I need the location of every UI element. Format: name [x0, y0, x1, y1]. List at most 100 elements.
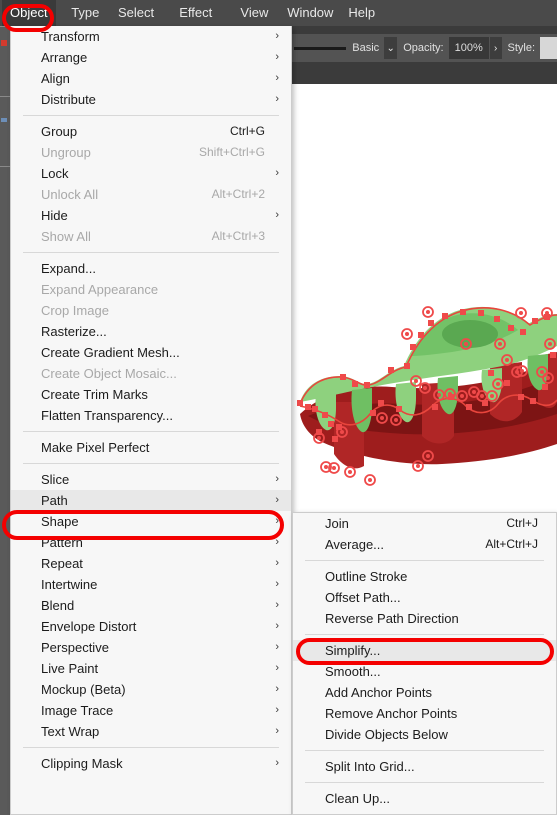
submenu-item-add-anchor-points[interactable]: Add Anchor Points — [293, 682, 556, 703]
menu-item-group[interactable]: Group Ctrl+G — [11, 121, 291, 142]
menu-item-label: Shape — [41, 514, 79, 529]
menu-item-label: Create Gradient Mesh... — [41, 345, 180, 360]
chevron-right-icon: › — [275, 641, 279, 653]
chevron-right-icon: › — [275, 683, 279, 695]
chevron-right-icon: › — [275, 536, 279, 548]
menu-item-distribute[interactable]: Distribute › — [11, 89, 291, 110]
submenu-item-join[interactable]: Join Ctrl+J — [293, 513, 556, 534]
menu-separator — [305, 750, 544, 751]
style-label: Style: — [507, 42, 536, 54]
submenu-item-divide-objects-below[interactable]: Divide Objects Below — [293, 724, 556, 745]
menu-item-label: Hide — [41, 208, 68, 223]
fill-color-indicator[interactable] — [1, 40, 7, 46]
path-submenu[interactable]: Join Ctrl+J Average... Alt+Ctrl+J Outline St… — [292, 512, 557, 815]
menubar-item-type[interactable]: Type — [63, 0, 107, 26]
menu-item-text-wrap[interactable]: Text Wrap › — [11, 721, 291, 742]
menu-item-label: Average... — [325, 537, 385, 552]
menu-separator — [23, 747, 279, 748]
menu-item-shape[interactable]: Shape › — [11, 511, 291, 532]
menu-item-label: Blend — [41, 598, 75, 613]
menu-item-label: Live Paint — [41, 661, 99, 676]
menu-item-create-gradient-mesh[interactable]: Create Gradient Mesh... — [11, 342, 291, 363]
menubar-item-help[interactable]: Help — [340, 0, 383, 26]
submenu-item-offset-path[interactable]: Offset Path... — [293, 587, 556, 608]
menu-item-slice[interactable]: Slice › — [11, 469, 291, 490]
chevron-right-icon: › — [275, 557, 279, 569]
menu-item-rasterize[interactable]: Rasterize... — [11, 321, 291, 342]
illustrator-window: Object Type Select Effect View Window Help Bas… — [0, 0, 557, 815]
menu-item-perspective[interactable]: Perspective › — [11, 637, 291, 658]
menu-item-repeat[interactable]: Repeat › — [11, 553, 291, 574]
menu-item-expand-appearance: Expand Appearance — [11, 279, 291, 300]
menu-separator — [23, 115, 279, 116]
chevron-right-icon: › — [275, 662, 279, 674]
menu-item-live-paint[interactable]: Live Paint › — [11, 658, 291, 679]
tool-icon[interactable] — [1, 118, 7, 122]
menu-item-shortcut: Alt+Ctrl+3 — [211, 229, 265, 243]
menu-item-label: Create Object Mosaic... — [41, 366, 177, 381]
menu-item-hide[interactable]: Hide › — [11, 205, 291, 226]
menu-item-path[interactable]: Path › — [11, 490, 291, 511]
menu-item-label: Group — [41, 124, 78, 139]
menu-item-lock[interactable]: Lock › — [11, 163, 291, 184]
menu-item-label: Ungroup — [41, 145, 91, 160]
menu-item-flatten-transparency[interactable]: Flatten Transparency... — [11, 405, 291, 426]
menubar-item-object[interactable]: Object — [2, 0, 56, 26]
tool-divider — [0, 96, 10, 97]
submenu-item-split-into-grid[interactable]: Split Into Grid... — [293, 756, 556, 777]
opacity-input[interactable]: 100% — [448, 37, 489, 59]
menu-item-label: Expand Appearance — [41, 282, 159, 297]
menu-item-image-trace[interactable]: Image Trace › — [11, 700, 291, 721]
submenu-item-smooth[interactable]: Smooth... — [293, 661, 556, 682]
menu-item-label: Image Trace — [41, 703, 114, 718]
menu-item-arrange[interactable]: Arrange › — [11, 47, 291, 68]
object-dropdown-menu[interactable]: Transform › Arrange › Align › Distribute › Group… — [10, 26, 292, 815]
menu-item-label: Repeat — [41, 556, 83, 571]
menu-item-expand[interactable]: Expand... — [11, 258, 291, 279]
menu-item-clipping-mask[interactable]: Clipping Mask › — [11, 753, 291, 774]
control-bar-top — [292, 26, 557, 34]
submenu-item-average[interactable]: Average... Alt+Ctrl+J — [293, 534, 556, 555]
tools-panel-strip[interactable] — [0, 26, 10, 815]
submenu-item-clean-up[interactable]: Clean Up... — [293, 788, 556, 809]
menu-item-pattern[interactable]: Pattern › — [11, 532, 291, 553]
menubar-item-select[interactable]: Select — [110, 0, 162, 26]
menu-item-blend[interactable]: Blend › — [11, 595, 291, 616]
menu-item-create-object-mosaic: Create Object Mosaic... — [11, 363, 291, 384]
chevron-right-icon: › — [275, 620, 279, 632]
menu-item-label: Offset Path... — [325, 590, 401, 605]
menu-item-crop-image: Crop Image — [11, 300, 291, 321]
menu-item-label: Mockup (Beta) — [41, 682, 126, 697]
graphic-style-swatch[interactable] — [540, 37, 557, 59]
menu-item-label: Slice — [41, 472, 70, 487]
menu-separator — [23, 463, 279, 464]
submenu-item-outline-stroke[interactable]: Outline Stroke — [293, 566, 556, 587]
menubar-item-view[interactable]: View — [232, 0, 276, 26]
menu-item-label: Path — [41, 493, 68, 508]
stroke-profile-dropdown-icon[interactable]: ⌄ — [384, 37, 398, 59]
tool-divider — [0, 166, 10, 167]
menu-item-align[interactable]: Align › — [11, 68, 291, 89]
menu-item-shortcut: Ctrl+G — [229, 124, 265, 138]
opacity-expand-icon[interactable]: › — [489, 37, 502, 59]
submenu-item-reverse-path-direction[interactable]: Reverse Path Direction — [293, 608, 556, 629]
menu-item-ungroup: Ungroup Shift+Ctrl+G — [11, 142, 291, 163]
menu-item-transform[interactable]: Transform › — [11, 26, 291, 47]
menu-item-mockup-beta[interactable]: Mockup (Beta) › — [11, 679, 291, 700]
menubar-item-effect[interactable]: Effect — [171, 0, 220, 26]
menu-item-label: Unlock All — [41, 187, 99, 202]
menu-separator — [23, 431, 279, 432]
stroke-profile-swatch[interactable] — [294, 46, 347, 50]
menu-item-envelope-distort[interactable]: Envelope Distort › — [11, 616, 291, 637]
stroke-profile-label: Basic — [352, 42, 380, 54]
menu-item-label: Lock — [41, 166, 69, 181]
submenu-item-simplify[interactable]: Simplify... — [293, 640, 556, 661]
menu-item-make-pixel-perfect[interactable]: Make Pixel Perfect — [11, 437, 291, 458]
menu-item-create-trim-marks[interactable]: Create Trim Marks — [11, 384, 291, 405]
submenu-item-remove-anchor-points[interactable]: Remove Anchor Points — [293, 703, 556, 724]
menu-item-label: Pattern — [41, 535, 83, 550]
menu-item-intertwine[interactable]: Intertwine › — [11, 574, 291, 595]
menu-item-label: Rasterize... — [41, 324, 107, 339]
menubar-item-window[interactable]: Window — [279, 0, 341, 26]
menu-item-label: Clipping Mask — [41, 756, 123, 771]
